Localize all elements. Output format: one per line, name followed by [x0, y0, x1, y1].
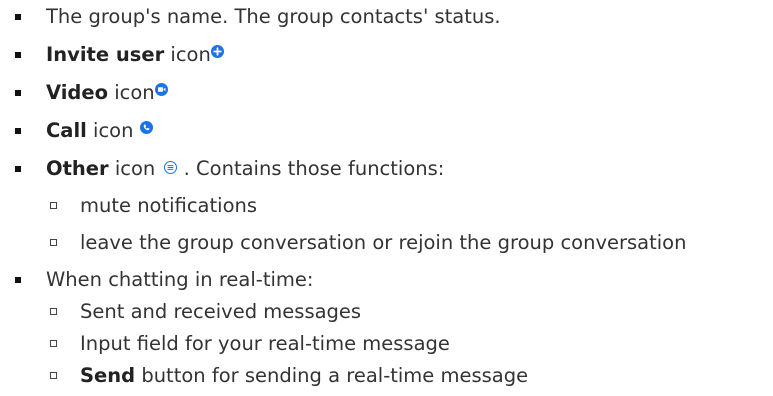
icon-word: icon: [108, 157, 162, 180]
video-label: Video: [46, 81, 109, 104]
square-bullet: [15, 128, 21, 134]
square-bullet: [15, 14, 21, 20]
list-item-text: The group's name. The group contacts' st…: [46, 5, 501, 28]
menu-circle-icon: [164, 161, 178, 174]
hollow-bullet: [50, 239, 57, 246]
square-bullet: [15, 166, 21, 172]
invite-user-label: Invite user: [46, 43, 165, 66]
phone-circle-icon: [139, 121, 153, 134]
square-bullet: [15, 277, 21, 283]
add-circle-icon: [210, 45, 224, 58]
square-bullet: [15, 90, 21, 96]
square-bullet: [15, 52, 21, 58]
other-description: . Contains those functions:: [177, 157, 445, 180]
other-label: Other: [46, 157, 109, 180]
video-circle-icon: [154, 83, 168, 96]
send-label: Send: [80, 364, 136, 387]
icon-word: icon: [86, 119, 140, 142]
hollow-bullet: [50, 202, 57, 209]
icon-word: icon: [164, 43, 211, 66]
sub-list-item-text: mute notifications: [80, 194, 258, 217]
icon-word: icon: [108, 81, 155, 104]
sub-list-item-text: button for sending a real-time message: [135, 364, 529, 387]
feature-list-document: The group's name. The group contacts' st…: [0, 0, 773, 396]
hollow-bullet: [50, 308, 57, 315]
sub-list-item-text: leave the group conversation or rejoin t…: [80, 231, 687, 254]
sub-list-item-text: Input field for your real-time message: [80, 332, 450, 355]
sub-list-item-text: Sent and received messages: [80, 300, 362, 323]
hollow-bullet: [50, 340, 57, 347]
call-label: Call: [46, 119, 87, 142]
list-item-text: When chatting in real-time:: [46, 268, 314, 291]
hollow-bullet: [50, 372, 57, 379]
